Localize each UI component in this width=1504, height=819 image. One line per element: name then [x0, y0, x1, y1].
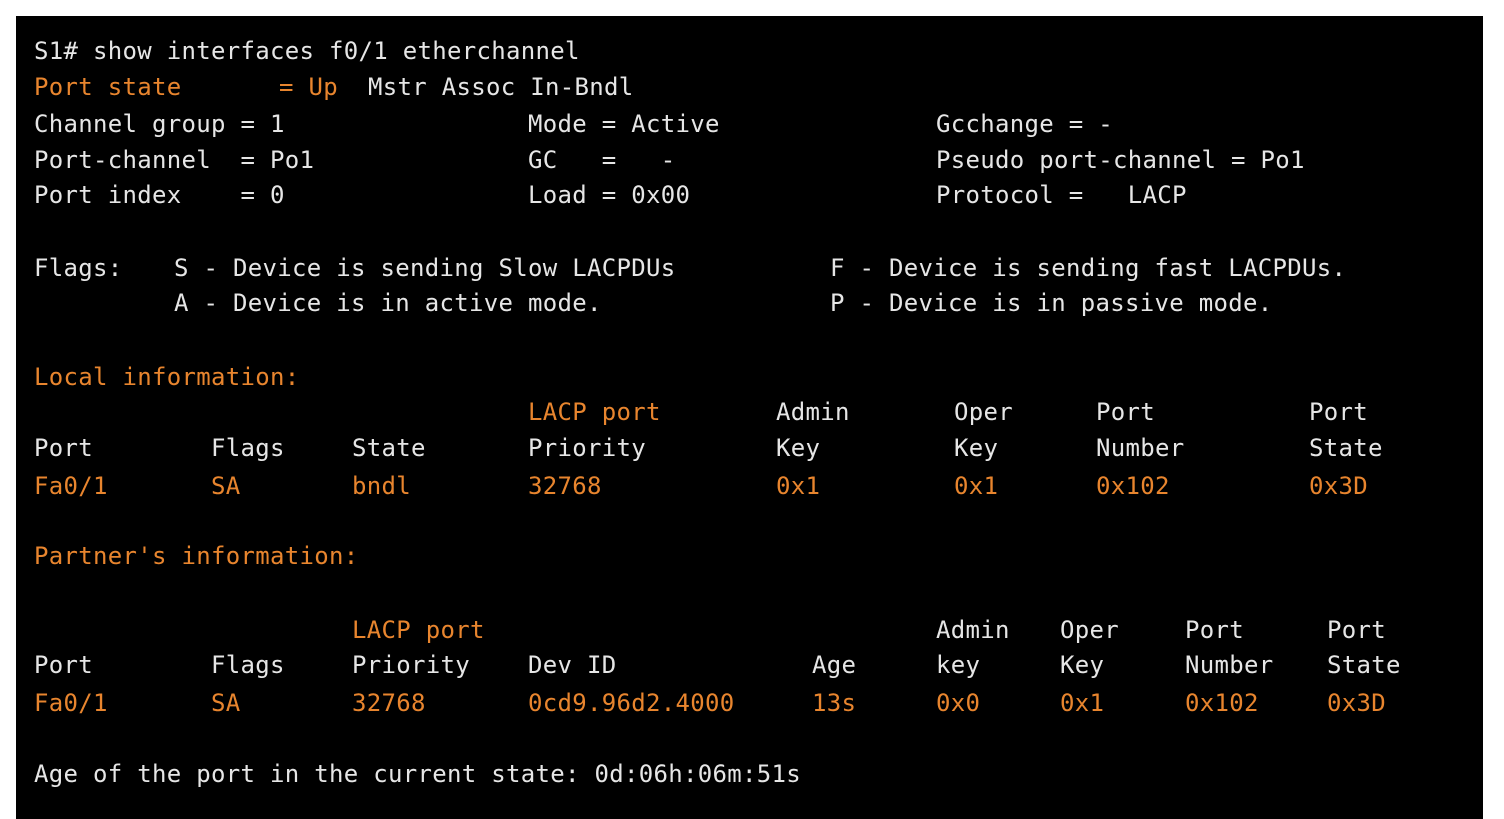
flag-s: S - Device is sending Slow LACPDUs — [174, 254, 676, 282]
partner-info-title: Partner's information: — [34, 542, 359, 570]
partner-row-flags: SA — [211, 689, 241, 717]
local-header-port-state-top: Port — [1309, 398, 1368, 426]
local-row-number: 0x102 — [1096, 472, 1170, 500]
flags-label: Flags: — [34, 254, 123, 282]
mode: Mode = Active — [528, 110, 720, 138]
partner-header-oper-key: Key — [1060, 651, 1105, 679]
partner-row-priority: 32768 — [352, 689, 426, 717]
partner-row-number: 0x102 — [1185, 689, 1259, 717]
partner-row-port: Fa0/1 — [34, 689, 108, 717]
local-header-state: State — [352, 434, 426, 462]
local-header-oper-key: Key — [954, 434, 999, 462]
local-row-admin-key: 0x1 — [776, 472, 821, 500]
partner-header-age: Age — [812, 651, 857, 679]
partner-header-state: State — [1327, 651, 1401, 679]
local-header-port-num-top: Port — [1096, 398, 1155, 426]
flag-f: F - Device is sending fast LACPDUs. — [830, 254, 1347, 282]
port-age-line: Age of the port in the current state: 0d… — [34, 760, 801, 788]
port-state-label: Port state — [34, 73, 182, 101]
local-header-number: Number — [1096, 434, 1185, 462]
command-line: S1# show interfaces f0/1 etherchannel — [34, 37, 580, 65]
partner-header-priority: Priority — [352, 651, 470, 679]
local-row-oper-key: 0x1 — [954, 472, 999, 500]
partner-header-port-state-top: Port — [1327, 616, 1386, 644]
load: Load = 0x00 — [528, 181, 691, 209]
pseudo-port-channel: Pseudo port-channel = Po1 — [936, 146, 1305, 174]
partner-row-admin-key: 0x0 — [936, 689, 981, 717]
port-state-detail: Mstr Assoc In-Bndl — [368, 73, 634, 101]
partner-header-port: Port — [34, 651, 93, 679]
local-header-state2: State — [1309, 434, 1383, 462]
partner-row-port-state: 0x3D — [1327, 689, 1386, 717]
local-row-priority: 32768 — [528, 472, 602, 500]
local-row-state: bndl — [352, 472, 411, 500]
partner-header-oper: Oper — [1060, 616, 1119, 644]
local-header-priority: Priority — [528, 434, 646, 462]
local-header-admin-key: Key — [776, 434, 821, 462]
partner-header-flags: Flags — [211, 651, 285, 679]
partner-header-dev-id: Dev ID — [528, 651, 617, 679]
local-header-oper: Oper — [954, 398, 1013, 426]
local-row-port: Fa0/1 — [34, 472, 108, 500]
partner-row-age: 13s — [812, 689, 857, 717]
partner-row-oper-key: 0x1 — [1060, 689, 1105, 717]
partner-row-dev-id: 0cd9.96d2.4000 — [528, 689, 735, 717]
local-row-port-state: 0x3D — [1309, 472, 1368, 500]
port-state-up: = Up — [279, 73, 338, 101]
local-header-port: Port — [34, 434, 93, 462]
flag-a: A - Device is in active mode. — [174, 289, 602, 317]
local-row-flags: SA — [211, 472, 241, 500]
port-channel: Port-channel = Po1 — [34, 146, 315, 174]
local-header-admin: Admin — [776, 398, 850, 426]
terminal-window[interactable]: S1# show interfaces f0/1 etherchannel Po… — [16, 16, 1483, 819]
protocol: Protocol = LACP — [936, 181, 1187, 209]
local-info-title: Local information: — [34, 363, 300, 391]
partner-header-number: Number — [1185, 651, 1274, 679]
channel-group: Channel group = 1 — [34, 110, 285, 138]
partner-header-admin: Admin — [936, 616, 1010, 644]
gc: GC = - — [528, 146, 676, 174]
local-header-lacp-port: LACP port — [528, 398, 661, 426]
gcchange: Gcchange = - — [936, 110, 1113, 138]
port-index: Port index = 0 — [34, 181, 285, 209]
partner-header-port-num-top: Port — [1185, 616, 1244, 644]
partner-header-lacp-port: LACP port — [352, 616, 485, 644]
local-header-flags: Flags — [211, 434, 285, 462]
flag-p: P - Device is in passive mode. — [830, 289, 1273, 317]
partner-header-admin-key: key — [936, 651, 981, 679]
